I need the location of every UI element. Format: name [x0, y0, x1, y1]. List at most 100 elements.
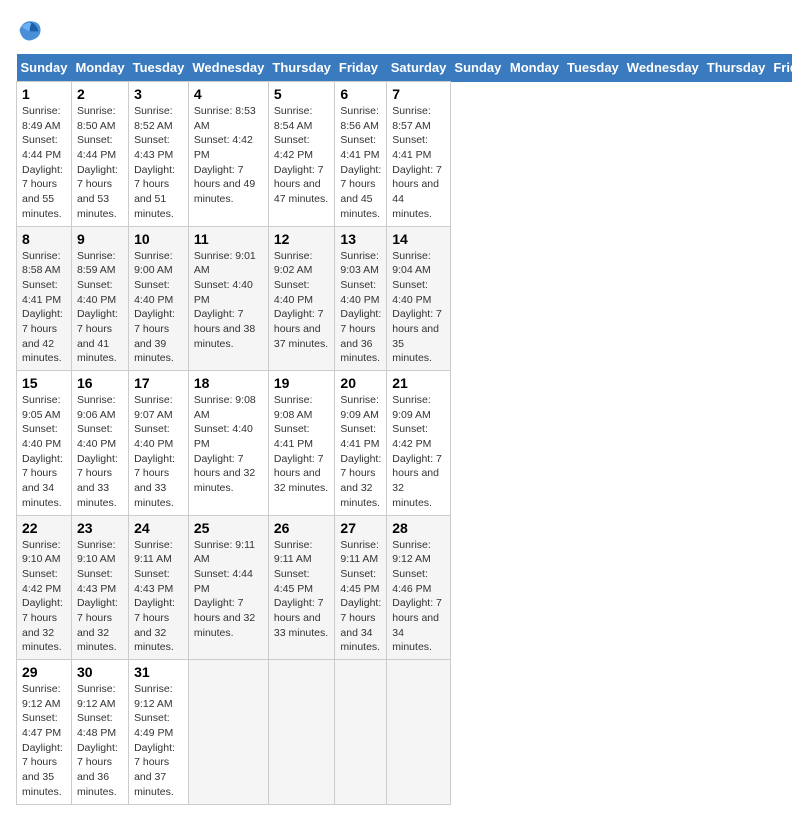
week-row-1: 1 Sunrise: 8:49 AMSunset: 4:44 PMDayligh… — [17, 82, 792, 227]
day-info: Sunrise: 9:09 AMSunset: 4:41 PMDaylight:… — [340, 393, 381, 511]
day-info: Sunrise: 9:09 AMSunset: 4:42 PMDaylight:… — [392, 393, 445, 511]
day-info: Sunrise: 9:10 AMSunset: 4:43 PMDaylight:… — [77, 538, 123, 656]
col-header-tuesday: Tuesday — [129, 54, 189, 82]
day-number: 14 — [392, 231, 445, 247]
day-cell: 9 Sunrise: 8:59 AMSunset: 4:40 PMDayligh… — [71, 226, 128, 371]
day-info: Sunrise: 9:11 AMSunset: 4:44 PMDaylight:… — [194, 538, 263, 641]
day-cell: 18 Sunrise: 9:08 AMSunset: 4:40 PMDaylig… — [188, 371, 268, 516]
col-header-thursday: Thursday — [703, 54, 770, 82]
day-number: 1 — [22, 86, 66, 102]
day-number: 11 — [194, 231, 263, 247]
day-number: 12 — [274, 231, 330, 247]
day-cell: 10 Sunrise: 9:00 AMSunset: 4:40 PMDaylig… — [129, 226, 189, 371]
day-cell: 4 Sunrise: 8:53 AMSunset: 4:42 PMDayligh… — [188, 82, 268, 227]
day-info: Sunrise: 8:53 AMSunset: 4:42 PMDaylight:… — [194, 104, 263, 207]
day-cell: 28 Sunrise: 9:12 AMSunset: 4:46 PMDaylig… — [387, 515, 451, 660]
day-info: Sunrise: 9:06 AMSunset: 4:40 PMDaylight:… — [77, 393, 123, 511]
col-header-friday: Friday — [769, 54, 792, 82]
day-cell: 21 Sunrise: 9:09 AMSunset: 4:42 PMDaylig… — [387, 371, 451, 516]
logo — [16, 16, 48, 44]
day-info: Sunrise: 8:50 AMSunset: 4:44 PMDaylight:… — [77, 104, 123, 222]
day-info: Sunrise: 9:11 AMSunset: 4:45 PMDaylight:… — [340, 538, 381, 656]
day-cell: 14 Sunrise: 9:04 AMSunset: 4:40 PMDaylig… — [387, 226, 451, 371]
day-info: Sunrise: 8:56 AMSunset: 4:41 PMDaylight:… — [340, 104, 381, 222]
day-number: 29 — [22, 664, 66, 680]
col-header-monday: Monday — [71, 54, 128, 82]
day-number: 28 — [392, 520, 445, 536]
day-info: Sunrise: 9:11 AMSunset: 4:45 PMDaylight:… — [274, 538, 330, 641]
week-row-2: 8 Sunrise: 8:58 AMSunset: 4:41 PMDayligh… — [17, 226, 792, 371]
day-info: Sunrise: 9:12 AMSunset: 4:49 PMDaylight:… — [134, 682, 183, 800]
day-cell: 13 Sunrise: 9:03 AMSunset: 4:40 PMDaylig… — [335, 226, 387, 371]
day-number: 17 — [134, 375, 183, 391]
day-cell: 23 Sunrise: 9:10 AMSunset: 4:43 PMDaylig… — [71, 515, 128, 660]
day-number: 22 — [22, 520, 66, 536]
day-cell: 8 Sunrise: 8:58 AMSunset: 4:41 PMDayligh… — [17, 226, 72, 371]
week-row-5: 29 Sunrise: 9:12 AMSunset: 4:47 PMDaylig… — [17, 660, 792, 805]
day-info: Sunrise: 9:08 AMSunset: 4:40 PMDaylight:… — [194, 393, 263, 496]
day-cell: 31 Sunrise: 9:12 AMSunset: 4:49 PMDaylig… — [129, 660, 189, 805]
calendar-header-row: SundayMondayTuesdayWednesdayThursdayFrid… — [17, 54, 792, 82]
week-row-4: 22 Sunrise: 9:10 AMSunset: 4:42 PMDaylig… — [17, 515, 792, 660]
day-cell — [188, 660, 268, 805]
day-cell: 26 Sunrise: 9:11 AMSunset: 4:45 PMDaylig… — [268, 515, 335, 660]
day-cell: 29 Sunrise: 9:12 AMSunset: 4:47 PMDaylig… — [17, 660, 72, 805]
week-row-3: 15 Sunrise: 9:05 AMSunset: 4:40 PMDaylig… — [17, 371, 792, 516]
day-info: Sunrise: 9:12 AMSunset: 4:46 PMDaylight:… — [392, 538, 445, 656]
day-cell — [335, 660, 387, 805]
day-cell: 12 Sunrise: 9:02 AMSunset: 4:40 PMDaylig… — [268, 226, 335, 371]
col-header-wednesday: Wednesday — [623, 54, 703, 82]
day-cell: 19 Sunrise: 9:08 AMSunset: 4:41 PMDaylig… — [268, 371, 335, 516]
day-number: 15 — [22, 375, 66, 391]
day-number: 27 — [340, 520, 381, 536]
col-header-tuesday: Tuesday — [563, 54, 623, 82]
day-number: 25 — [194, 520, 263, 536]
day-info: Sunrise: 9:10 AMSunset: 4:42 PMDaylight:… — [22, 538, 66, 656]
day-info: Sunrise: 9:02 AMSunset: 4:40 PMDaylight:… — [274, 249, 330, 352]
day-cell: 3 Sunrise: 8:52 AMSunset: 4:43 PMDayligh… — [129, 82, 189, 227]
day-info: Sunrise: 9:12 AMSunset: 4:48 PMDaylight:… — [77, 682, 123, 800]
day-number: 30 — [77, 664, 123, 680]
day-cell: 5 Sunrise: 8:54 AMSunset: 4:42 PMDayligh… — [268, 82, 335, 227]
day-cell: 15 Sunrise: 9:05 AMSunset: 4:40 PMDaylig… — [17, 371, 72, 516]
day-number: 24 — [134, 520, 183, 536]
day-number: 31 — [134, 664, 183, 680]
day-info: Sunrise: 8:49 AMSunset: 4:44 PMDaylight:… — [22, 104, 66, 222]
day-info: Sunrise: 9:08 AMSunset: 4:41 PMDaylight:… — [274, 393, 330, 496]
day-cell: 30 Sunrise: 9:12 AMSunset: 4:48 PMDaylig… — [71, 660, 128, 805]
day-info: Sunrise: 8:59 AMSunset: 4:40 PMDaylight:… — [77, 249, 123, 367]
day-info: Sunrise: 9:00 AMSunset: 4:40 PMDaylight:… — [134, 249, 183, 367]
day-info: Sunrise: 9:01 AMSunset: 4:40 PMDaylight:… — [194, 249, 263, 352]
day-number: 3 — [134, 86, 183, 102]
day-cell: 17 Sunrise: 9:07 AMSunset: 4:40 PMDaylig… — [129, 371, 189, 516]
day-info: Sunrise: 8:52 AMSunset: 4:43 PMDaylight:… — [134, 104, 183, 222]
day-number: 8 — [22, 231, 66, 247]
day-info: Sunrise: 9:04 AMSunset: 4:40 PMDaylight:… — [392, 249, 445, 367]
col-header-monday: Monday — [506, 54, 563, 82]
page-header — [16, 16, 776, 44]
day-number: 9 — [77, 231, 123, 247]
col-header-sunday: Sunday — [17, 54, 72, 82]
day-info: Sunrise: 8:57 AMSunset: 4:41 PMDaylight:… — [392, 104, 445, 222]
col-header-saturday: Saturday — [387, 54, 451, 82]
day-cell: 11 Sunrise: 9:01 AMSunset: 4:40 PMDaylig… — [188, 226, 268, 371]
day-info: Sunrise: 9:03 AMSunset: 4:40 PMDaylight:… — [340, 249, 381, 367]
day-cell: 1 Sunrise: 8:49 AMSunset: 4:44 PMDayligh… — [17, 82, 72, 227]
day-number: 5 — [274, 86, 330, 102]
day-number: 6 — [340, 86, 381, 102]
day-cell: 6 Sunrise: 8:56 AMSunset: 4:41 PMDayligh… — [335, 82, 387, 227]
day-cell: 27 Sunrise: 9:11 AMSunset: 4:45 PMDaylig… — [335, 515, 387, 660]
day-number: 18 — [194, 375, 263, 391]
col-header-sunday: Sunday — [450, 54, 505, 82]
day-info: Sunrise: 9:12 AMSunset: 4:47 PMDaylight:… — [22, 682, 66, 800]
day-info: Sunrise: 9:05 AMSunset: 4:40 PMDaylight:… — [22, 393, 66, 511]
day-number: 4 — [194, 86, 263, 102]
day-number: 26 — [274, 520, 330, 536]
day-info: Sunrise: 8:58 AMSunset: 4:41 PMDaylight:… — [22, 249, 66, 367]
day-number: 16 — [77, 375, 123, 391]
day-info: Sunrise: 8:54 AMSunset: 4:42 PMDaylight:… — [274, 104, 330, 207]
col-header-friday: Friday — [335, 54, 387, 82]
day-number: 10 — [134, 231, 183, 247]
day-cell — [387, 660, 451, 805]
day-number: 19 — [274, 375, 330, 391]
